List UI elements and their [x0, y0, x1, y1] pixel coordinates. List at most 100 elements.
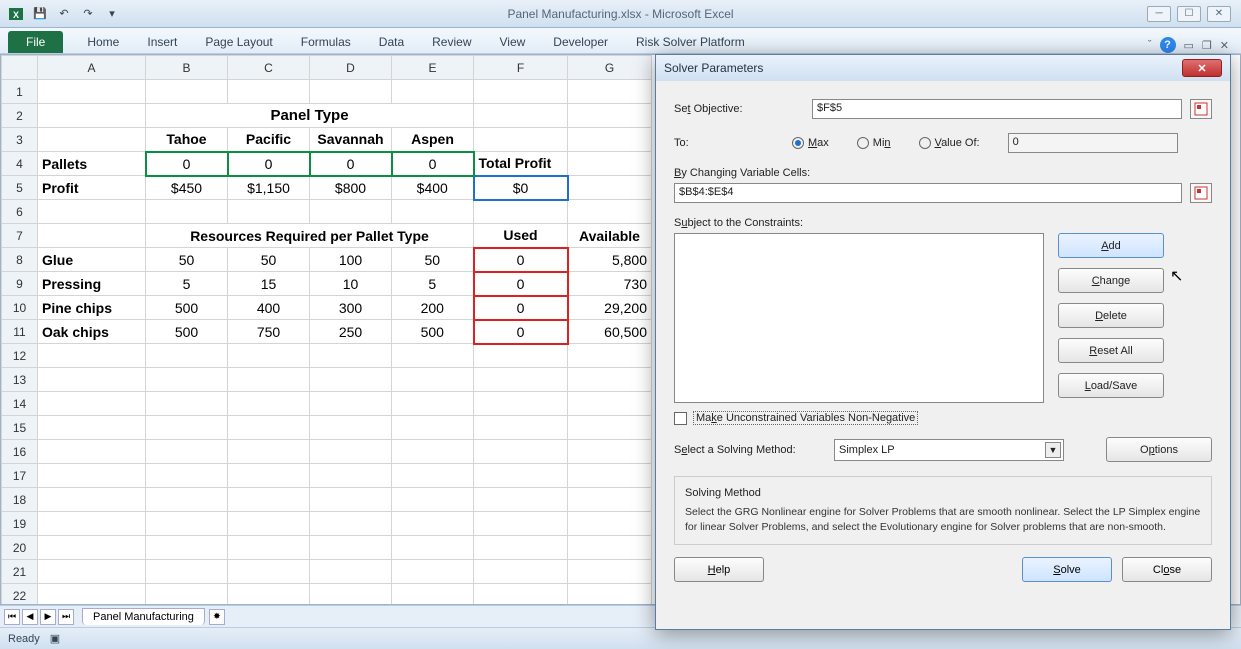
row-header[interactable]: 6: [2, 200, 38, 224]
cell-pallets[interactable]: Pallets: [38, 152, 146, 176]
constraints-listbox[interactable]: [674, 233, 1044, 403]
cell-e10[interactable]: 200: [392, 296, 474, 320]
cell-glue[interactable]: Glue: [38, 248, 146, 272]
row-header[interactable]: 11: [2, 320, 38, 344]
tab-home[interactable]: Home: [73, 31, 133, 53]
row-header[interactable]: 5: [2, 176, 38, 200]
file-tab[interactable]: File: [8, 31, 63, 53]
prev-sheet-button[interactable]: ◀: [22, 609, 38, 625]
macro-record-icon[interactable]: ▣: [50, 632, 60, 645]
ribbon-min-icon[interactable]: ▭: [1184, 39, 1194, 52]
qat-dropdown-icon[interactable]: ▾: [102, 4, 122, 24]
cell-b5[interactable]: $450: [146, 176, 228, 200]
tab-data[interactable]: Data: [365, 31, 418, 53]
radio-max[interactable]: Max: [792, 137, 829, 149]
cell-d8[interactable]: 100: [310, 248, 392, 272]
row-header[interactable]: 2: [2, 104, 38, 128]
change-button[interactable]: Change: [1058, 268, 1164, 293]
row-header[interactable]: 18: [2, 488, 38, 512]
next-sheet-button[interactable]: ▶: [40, 609, 56, 625]
cell-oak[interactable]: Oak chips: [38, 320, 146, 344]
close-button-dialog[interactable]: Close: [1122, 557, 1212, 582]
cell-panel-type[interactable]: Panel Type: [146, 104, 474, 128]
changing-cells-input[interactable]: $B$4:$E$4: [674, 183, 1182, 203]
cell-f9[interactable]: 0: [474, 272, 568, 296]
cell-tahoe[interactable]: Tahoe: [146, 128, 228, 152]
save-icon[interactable]: 💾: [30, 4, 50, 24]
last-sheet-button[interactable]: ⏭: [58, 609, 74, 625]
cell-e5[interactable]: $400: [392, 176, 474, 200]
cell-aspen[interactable]: Aspen: [392, 128, 474, 152]
select-all-corner[interactable]: [2, 56, 38, 80]
dialog-close-button[interactable]: ✕: [1182, 59, 1222, 77]
cell-g11[interactable]: 60,500: [568, 320, 652, 344]
cell-c8[interactable]: 50: [228, 248, 310, 272]
cell-d4[interactable]: 0: [310, 152, 392, 176]
undo-icon[interactable]: ↶: [54, 4, 74, 24]
ribbon-close-icon[interactable]: ✕: [1220, 39, 1229, 52]
minimize-button[interactable]: ─: [1147, 6, 1171, 22]
tab-developer[interactable]: Developer: [539, 31, 622, 53]
cell-b4[interactable]: 0: [146, 152, 228, 176]
set-objective-input[interactable]: $F$5: [812, 99, 1182, 119]
ribbon-restore-icon[interactable]: ❐: [1202, 39, 1212, 52]
row-header[interactable]: 14: [2, 392, 38, 416]
cell-g8[interactable]: 5,800: [568, 248, 652, 272]
col-header-c[interactable]: C: [228, 56, 310, 80]
cell-f11[interactable]: 0: [474, 320, 568, 344]
cell-g10[interactable]: 29,200: [568, 296, 652, 320]
row-header[interactable]: 3: [2, 128, 38, 152]
help-button[interactable]: Help: [674, 557, 764, 582]
row-header[interactable]: 17: [2, 464, 38, 488]
tab-formulas[interactable]: Formulas: [287, 31, 365, 53]
ribbon-caret-icon[interactable]: ˇ: [1148, 39, 1152, 51]
row-header[interactable]: 1: [2, 80, 38, 104]
col-header-a[interactable]: A: [38, 56, 146, 80]
cell-pressing[interactable]: Pressing: [38, 272, 146, 296]
load-save-button[interactable]: Load/Save: [1058, 373, 1164, 398]
grid[interactable]: A B C D E F G 1 2Panel Type 3 Tahoe Paci…: [1, 55, 652, 605]
unconstrained-checkbox[interactable]: [674, 412, 687, 425]
cell-pine[interactable]: Pine chips: [38, 296, 146, 320]
row-header[interactable]: 19: [2, 512, 38, 536]
tab-insert[interactable]: Insert: [133, 31, 191, 53]
delete-button[interactable]: Delete: [1058, 303, 1164, 328]
col-header-d[interactable]: D: [310, 56, 392, 80]
row-header[interactable]: 4: [2, 152, 38, 176]
cell-d5[interactable]: $800: [310, 176, 392, 200]
value-of-input[interactable]: 0: [1008, 133, 1178, 153]
cell-c5[interactable]: $1,150: [228, 176, 310, 200]
cell-resources-hdr[interactable]: Resources Required per Pallet Type: [146, 224, 474, 248]
tab-page-layout[interactable]: Page Layout: [191, 31, 286, 53]
reset-all-button[interactable]: Reset All: [1058, 338, 1164, 363]
cell-savannah[interactable]: Savannah: [310, 128, 392, 152]
row-header[interactable]: 22: [2, 584, 38, 606]
row-header[interactable]: 10: [2, 296, 38, 320]
cell-d11[interactable]: 250: [310, 320, 392, 344]
col-header-e[interactable]: E: [392, 56, 474, 80]
help-icon[interactable]: ?: [1160, 37, 1176, 53]
row-header[interactable]: 16: [2, 440, 38, 464]
method-select[interactable]: Simplex LP ▼: [834, 439, 1064, 461]
cell-d9[interactable]: 10: [310, 272, 392, 296]
row-header[interactable]: 21: [2, 560, 38, 584]
cell-e9[interactable]: 5: [392, 272, 474, 296]
cell-c9[interactable]: 15: [228, 272, 310, 296]
col-header-g[interactable]: G: [568, 56, 652, 80]
cell-b11[interactable]: 500: [146, 320, 228, 344]
cell-d10[interactable]: 300: [310, 296, 392, 320]
cell-available[interactable]: Available: [568, 224, 652, 248]
cell-b10[interactable]: 500: [146, 296, 228, 320]
new-sheet-button[interactable]: ✸: [209, 609, 225, 625]
row-header[interactable]: 15: [2, 416, 38, 440]
solve-button[interactable]: Solve: [1022, 557, 1112, 582]
cell-used[interactable]: Used: [474, 224, 568, 248]
cell-b8[interactable]: 50: [146, 248, 228, 272]
cell-profit[interactable]: Profit: [38, 176, 146, 200]
dialog-titlebar[interactable]: Solver Parameters ✕: [656, 55, 1230, 81]
tab-risk-solver[interactable]: Risk Solver Platform: [622, 31, 759, 53]
cell-g9[interactable]: 730: [568, 272, 652, 296]
cell-f8[interactable]: 0: [474, 248, 568, 272]
add-button[interactable]: Add: [1058, 233, 1164, 258]
sheet-tab-active[interactable]: Panel Manufacturing: [82, 608, 205, 625]
